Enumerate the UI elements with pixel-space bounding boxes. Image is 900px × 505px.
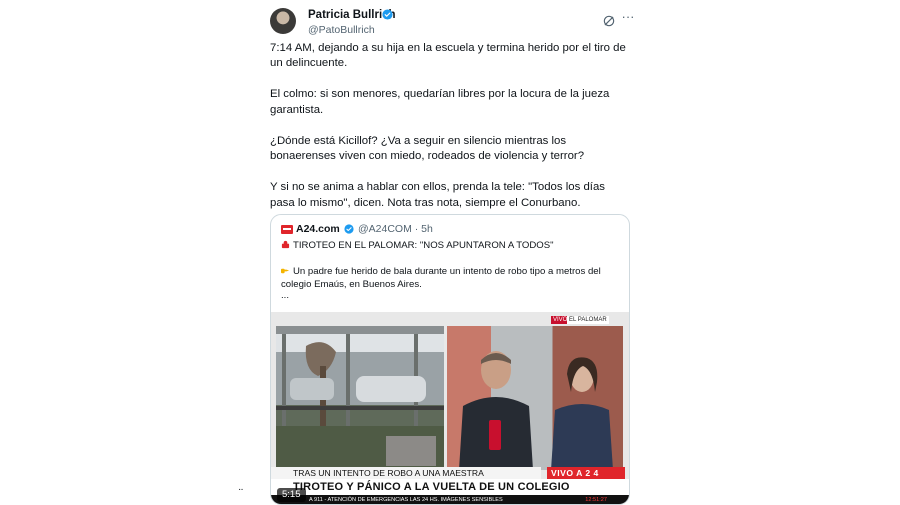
quoted-handle-time[interactable]: @A24COM · 5h	[358, 223, 433, 235]
author-handle[interactable]: @PatoBullrich	[308, 24, 375, 36]
pointing-hand-icon	[281, 268, 290, 274]
tweet-paragraph: ¿Dónde está Kicillof? ¿Va a seguir en si…	[270, 134, 585, 163]
siren-icon	[281, 240, 290, 249]
news-ticker: A 911 - ATENCIÓN DE EMERGENCIAS LAS 24 H…	[271, 495, 629, 504]
location-label: EL PALOMAR	[567, 316, 609, 324]
author-avatar[interactable]	[270, 8, 296, 34]
quoted-tweet-header: A24.com @A24COM · 5h	[281, 223, 621, 237]
more-options-icon[interactable]: ···	[620, 10, 636, 26]
tweet-paragraph: Y si no se anima a hablar con ellos, pre…	[270, 181, 605, 209]
reporter-frame	[447, 326, 623, 470]
tweet-paragraph: 7:14 AM, dejando a su hija en la escuela…	[270, 42, 626, 70]
lower-third-subtitle: TRAS UN INTENTO DE ROBO A UNA MAESTRA	[271, 467, 541, 479]
tweet-header: Patricia Bullrich @PatoBullrich ···	[270, 6, 635, 38]
quoted-tweet[interactable]: A24.com @A24COM · 5h TIROTEO EN EL PALOM…	[270, 214, 630, 505]
quoted-text-line: Un padre fue herido de bala durante un i…	[281, 265, 621, 278]
quoted-author-name[interactable]: A24.com	[296, 223, 340, 235]
witness-figure	[551, 357, 613, 470]
verified-badge-icon	[382, 9, 393, 20]
tweet-paragraph: El colmo: si son menores, quedarían libr…	[270, 88, 610, 116]
tweet-card: Patricia Bullrich @PatoBullrich ··· 7:14…	[262, 0, 638, 505]
ticker-text: A 911 - ATENCIÓN DE EMERGENCIAS LAS 24 H…	[309, 497, 503, 503]
ticker-clock: 12:51:27	[585, 497, 607, 503]
side-dots: ··	[238, 484, 244, 495]
verified-badge-icon	[344, 224, 354, 234]
a24-logo-icon	[281, 225, 293, 234]
video-thumbnail[interactable]: VIVO EL PALOMAR TRAS UN INTENTO DE ROBO …	[271, 312, 629, 504]
reporter-figure	[459, 351, 533, 470]
tweet-text: 7:14 AM, dejando a su hija en la escuela…	[270, 41, 632, 227]
security-camera-frame	[276, 326, 444, 470]
street-scene-image	[276, 326, 444, 470]
live-channel-badge: VIVO A 2 4	[547, 467, 625, 479]
video-duration: 5:15	[277, 488, 306, 502]
quoted-headline-text: TIROTEO EN EL PALOMAR: "NOS APUNTARON A …	[293, 240, 554, 251]
grok-icon[interactable]	[602, 14, 616, 28]
quoted-headline: TIROTEO EN EL PALOMAR: "NOS APUNTARON A …	[281, 239, 621, 252]
quoted-ellipsis: ...	[281, 290, 289, 301]
quoted-text-line-1: Un padre fue herido de bala durante un i…	[293, 266, 601, 277]
lower-third-headline: TIROTEO Y PÁNICO A LA VUELTA DE UN COLEG…	[271, 479, 629, 495]
